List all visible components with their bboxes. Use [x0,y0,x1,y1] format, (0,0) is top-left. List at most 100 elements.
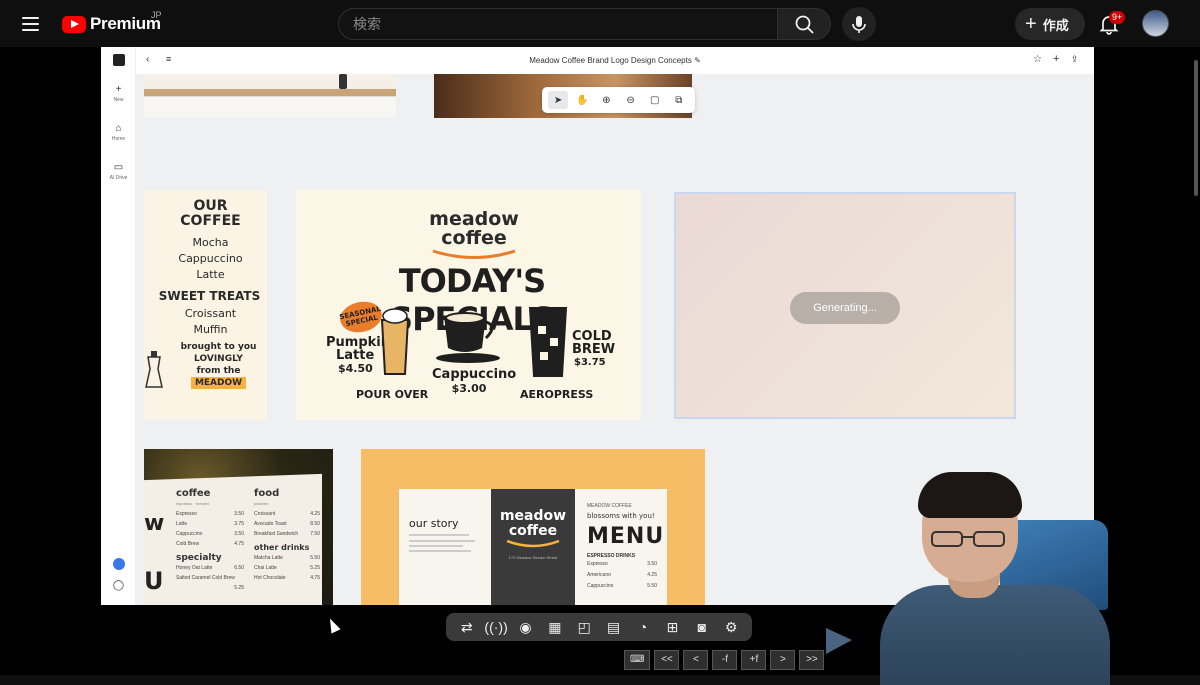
cappuccino-label: Cappuccino [432,367,517,382]
menu-row: Cold Brew 4.75 [176,541,244,547]
cappuccino-price: $3.00 [451,382,487,395]
star-icon[interactable]: ☆ [1033,54,1042,65]
menu-col-head: other drinks [254,543,310,552]
select-cursor-icon[interactable]: ➤ [548,91,569,109]
add-icon[interactable]: + [1053,53,1059,65]
zoom-out-icon[interactable]: ⊖ [621,91,641,109]
seek-forward-far[interactable]: >> [799,650,825,670]
menu-row: Espresso 3.50 [176,511,244,517]
loop-icon[interactable]: ⇄ [455,619,479,636]
poster-item: Muffin [193,323,228,336]
rail-home[interactable]: ⌂ Home [101,123,136,143]
search-button[interactable] [777,8,831,40]
keyboard-icon[interactable]: ⌨ [624,650,651,670]
home-icon: ⌂ [115,123,122,134]
cold-brew-glass-icon [528,307,568,377]
poster-item: Croissant [184,307,237,320]
menu-row: Salted Caramel Cold Brew 5.25 [176,575,244,591]
coffee-cup-icon [436,312,500,363]
zoom-in-icon[interactable]: ⊕ [596,91,616,109]
menu-row: Americano 4.25 [587,572,657,578]
youtube-logo[interactable]: Premium [62,12,161,36]
kitchen-image[interactable] [144,74,396,118]
menu-row: Latte 3.75 [176,521,244,527]
rail-ai-drive[interactable]: ▭ AI Drive [101,162,136,182]
region-label: JP [151,10,162,20]
cabinet [144,96,396,118]
user-icon: ◯ [112,580,125,591]
create-button[interactable]: + 作成 [1015,8,1085,40]
add-icon[interactable]: ⊞ [660,619,684,636]
trifold-menu-mockup[interactable]: our story meadow coffee 172 Meadow Strea… [361,449,705,605]
rail-account[interactable]: ◯ [101,581,136,593]
seek-back-far[interactable]: << [654,650,680,670]
folder-icon: ▭ [113,162,124,173]
edit-icon[interactable]: ✎ [694,56,701,65]
rail-new-label: New [113,97,124,103]
trifold-brand-line: meadow [499,508,567,524]
page-title-text: Meadow Coffee Brand Logo Design Concepts [529,56,692,65]
broadcast-icon[interactable]: ((·)) [484,619,508,635]
fit-screen-icon[interactable]: ▢ [645,91,665,109]
frame-icon[interactable]: ◰ [572,619,596,636]
search-icon [795,15,814,34]
hamburger-menu-icon[interactable] [18,11,46,37]
canvas-toolbar: ➤ ✋ ⊕ ⊖ ▢ ⧉ [542,87,695,113]
folded-menu-photo[interactable]: w U coffee espresso · brewed Espresso 3.5… [144,449,333,605]
plus-icon: + [115,84,122,95]
side-letter: U [144,567,164,595]
create-label: 作成 [1042,17,1069,33]
page-scrollbar[interactable] [1194,60,1198,196]
hand-pan-icon[interactable]: ✋ [572,91,592,109]
seek-forward[interactable]: > [770,650,796,670]
frame-back[interactable]: -f [712,650,738,670]
todays-specials-poster[interactable]: meadow coffee TODAY'S SPECIALS SEASONAL … [296,190,641,420]
seek-back[interactable]: < [683,650,709,670]
presenter-shirt [880,585,1110,685]
account-avatar[interactable] [1142,10,1169,37]
gear-icon[interactable]: ⚙ [719,619,743,636]
cold-brew-price: $3.75 [574,357,606,368]
menu-col-head: specialty [176,553,222,563]
search-input[interactable]: 検索 [338,8,778,40]
glasses-icon [931,531,1005,547]
menu-col-head: food [254,488,280,499]
story-title: our story [409,517,459,530]
latte-glass-icon [380,308,410,375]
frame-forward[interactable]: +f [741,650,767,670]
menu-row: Avocado Toast 8.50 [254,521,320,527]
rail-bottom-blue[interactable] [101,558,136,572]
rail-home-label: Home [111,136,126,142]
rail-ai-drive-label: AI Drive [109,175,128,181]
clapper-icon[interactable]: ▦ [543,619,567,636]
camera-icon[interactable]: ◙ [690,619,714,635]
plus-icon: + [1025,13,1037,35]
trifold-right-panel: MEADOW COFFEE blossoms with you! MENU ES… [575,489,667,605]
share-icon[interactable]: ⇪ [1071,54,1079,65]
rail-new[interactable]: + New [101,84,136,104]
poster-item: Cappuccino [178,252,243,265]
poster-tagline: MEADOW [190,377,247,389]
menu-row: Croissant 4.25 [254,511,320,517]
menu-poster-left[interactable]: OUR COFFEE Mocha Cappuccino Latte SWEET … [144,190,267,420]
voice-search-button[interactable] [842,7,876,41]
trifold-left-panel: our story [399,489,491,605]
generating-placeholder[interactable]: Generating... [674,192,1016,419]
poster-item: Mocha [192,236,229,249]
eye-icon[interactable]: ◉ [513,619,537,636]
youtube-play-icon [62,15,86,33]
smile-swoosh-icon [506,539,560,548]
menu-col-sub: pastries [254,501,269,506]
trifold-address: 172 Meadow Stream Street [508,555,558,560]
speaker-flag-icon [826,628,852,654]
fullscreen-icon[interactable]: ⧉ [669,91,689,109]
poster-heading-line2: COFFEE [180,213,241,229]
frame-seek-controls: ⌨ << < -f +f > >> [624,650,825,670]
app-logo[interactable] [101,54,136,68]
poster-tagline: from the [196,366,241,376]
app-badge-icon [112,558,125,570]
film-icon[interactable]: ▤ [602,619,626,636]
app-sidebar: + New ⌂ Home ▭ AI Drive ◯ [101,47,136,605]
aeropress-label: AEROPRESS [520,388,594,401]
speed-icon[interactable]: ◔ [631,619,655,635]
